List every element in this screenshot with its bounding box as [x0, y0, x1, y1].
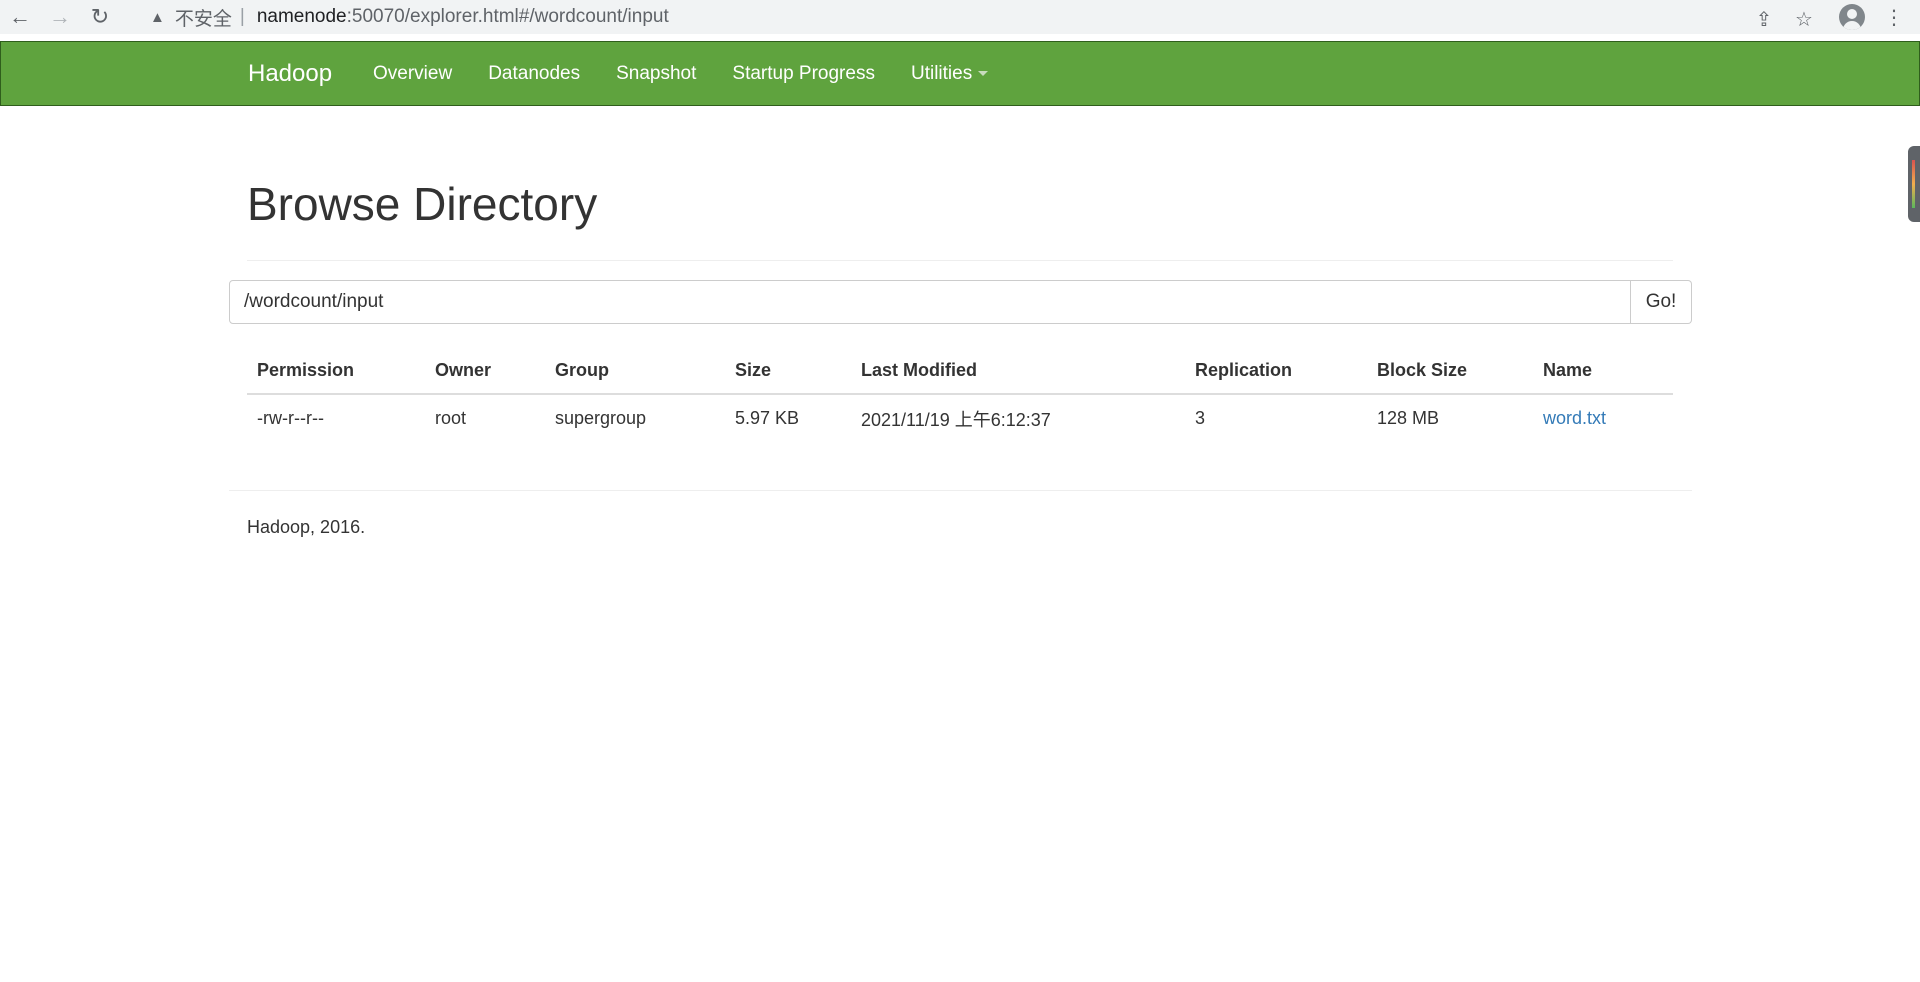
cell-block-size: 128 MB — [1377, 408, 1440, 428]
cell-group: supergroup — [555, 408, 647, 428]
address-bar-actions: ⇪ ☆ — [1744, 2, 1824, 36]
column-header-group[interactable]: Group — [545, 348, 725, 395]
profile-avatar[interactable] — [1832, 0, 1872, 34]
table-row: -rw-r--r-- root supergroup 5.97 KB 2021/… — [247, 394, 1673, 442]
url-separator: | — [239, 6, 245, 27]
column-header-name[interactable]: Name — [1533, 348, 1673, 395]
nav-item-overview[interactable]: Overview — [355, 42, 470, 105]
top-navbar: Hadoop Overview Datanodes Snapshot Start… — [0, 41, 1920, 106]
forward-icon[interactable]: → — [40, 0, 80, 34]
footer-text: Hadoop, 2016. — [247, 517, 366, 537]
address-bar[interactable]: ▲ 不安全 | namenode :50070/explorer.html#/w… — [136, 2, 1824, 32]
url-host: namenode — [256, 6, 347, 27]
column-header-replication[interactable]: Replication — [1185, 348, 1367, 395]
cell-size: 5.97 KB — [735, 408, 800, 428]
table-header-row: Permission Owner Group Size Last Modifie… — [247, 348, 1673, 395]
column-header-block-size[interactable]: Block Size — [1367, 348, 1533, 395]
reload-icon[interactable]: ↻ — [80, 0, 120, 34]
star-icon[interactable]: ☆ — [1784, 2, 1824, 36]
footer-divider — [229, 490, 1692, 491]
url-path: :50070/explorer.html#/wordcount/input — [346, 6, 669, 27]
cell-last-modified: 2021/11/19 上午6:12:37 — [861, 409, 1051, 430]
brand-link[interactable]: Hadoop — [248, 42, 332, 105]
share-icon[interactable]: ⇪ — [1744, 2, 1784, 36]
warning-icon[interactable]: ▲ — [150, 9, 165, 26]
back-icon[interactable]: ← — [0, 0, 40, 34]
caret-down-icon — [978, 71, 989, 77]
nav-item-snapshot[interactable]: Snapshot — [598, 42, 714, 105]
extension-handle[interactable] — [1908, 146, 1920, 222]
menu-icon[interactable]: ⋮ — [1874, 0, 1914, 34]
cell-permission[interactable]: -rw-r--r-- — [247, 394, 425, 442]
column-header-last-modified[interactable]: Last Modified — [851, 348, 1185, 395]
cell-replication[interactable]: 3 — [1185, 394, 1367, 442]
file-link[interactable]: word.txt — [1543, 408, 1606, 428]
directory-path-input[interactable] — [229, 280, 1631, 324]
nav-item-utilities[interactable]: Utilities — [893, 42, 1006, 105]
page-header: Browse Directory — [247, 176, 1673, 261]
go-button[interactable]: Go! — [1631, 280, 1692, 324]
nav-menu: Overview Datanodes Snapshot Startup Prog… — [355, 42, 1006, 105]
cell-name: word.txt — [1533, 394, 1673, 442]
nav-item-utilities-label: Utilities — [910, 63, 973, 84]
path-input-group: Go! — [229, 280, 1692, 324]
column-header-owner[interactable]: Owner — [425, 348, 545, 395]
column-header-permission[interactable]: Permission — [247, 348, 425, 395]
insecure-label: 不安全 — [174, 8, 232, 30]
cell-owner: root — [435, 408, 467, 428]
avatar-icon — [1839, 4, 1865, 30]
column-header-size[interactable]: Size — [725, 348, 851, 395]
nav-item-startup-progress[interactable]: Startup Progress — [714, 42, 893, 105]
browser-toolbar: ← → ↻ ▲ 不安全 | namenode :50070/explorer.h… — [0, 0, 1920, 34]
page-title: Browse Directory — [247, 178, 598, 230]
nav-item-datanodes[interactable]: Datanodes — [470, 42, 598, 105]
directory-table: Permission Owner Group Size Last Modifie… — [247, 348, 1673, 442]
